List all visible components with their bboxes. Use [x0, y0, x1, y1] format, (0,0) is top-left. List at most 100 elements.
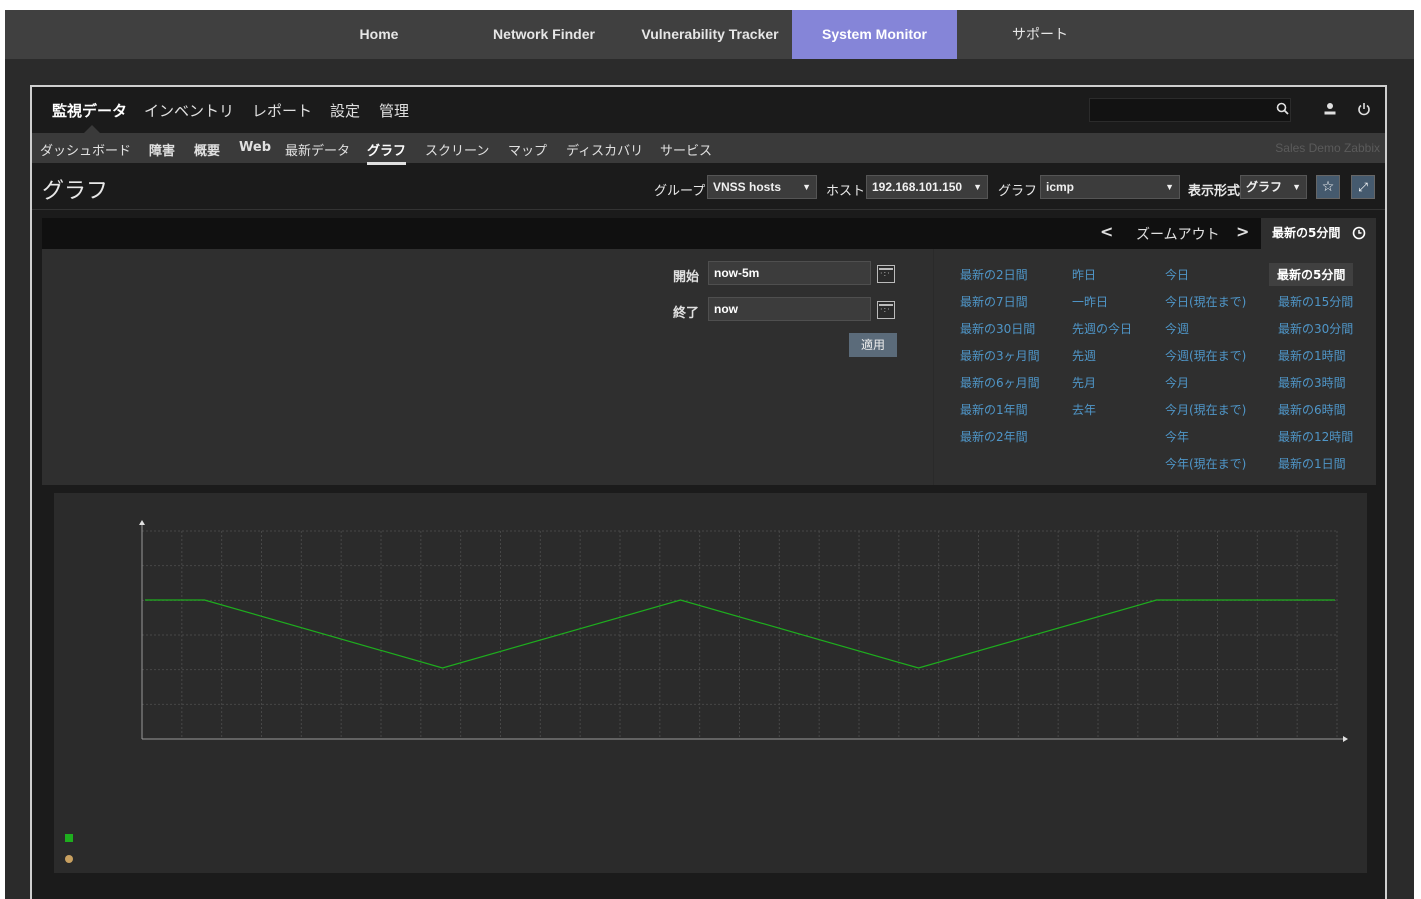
submenu-web[interactable]: Web [239, 140, 271, 155]
group-label: グループ [654, 184, 706, 199]
submenu-screens[interactable]: スクリーン [425, 140, 489, 159]
submenu-problems[interactable]: 障害 [149, 140, 175, 159]
apply-button[interactable]: 適用 [849, 333, 897, 357]
zabbix-app: 監視データ インベントリ レポート 設定 管理 ダッシュボード 障害 概要 We… [30, 85, 1387, 899]
submenu-services[interactable]: サービス [660, 140, 712, 159]
graph-label: グラフ [998, 184, 1038, 199]
server-name: Sales Demo Zabbix [1275, 141, 1380, 155]
quick-range-link[interactable]: 最新の2年間 [960, 428, 1028, 445]
page-header: グラフ グループ VNSS hosts ▼ ホスト 192.168.101.150… [32, 163, 1385, 210]
tab-system-monitor[interactable]: System Monitor [792, 10, 957, 59]
user-icon[interactable] [1322, 101, 1338, 117]
menu-inventory[interactable]: インベントリ [144, 100, 234, 121]
menu-selection-pointer [84, 125, 100, 133]
quick-range-link[interactable]: 最新の1時間 [1278, 347, 1346, 364]
sub-menu: ダッシュボード 障害 概要 Web 最新データ グラフ スクリーン マップ ディ… [32, 133, 1385, 165]
legend-tan-dot [65, 855, 73, 863]
quick-range-link[interactable]: 去年 [1072, 401, 1096, 418]
quick-range-link[interactable]: 先月 [1072, 374, 1096, 391]
calendar-icon[interactable] [877, 301, 895, 319]
tab-home[interactable]: Home [335, 10, 423, 59]
menu-monitoring[interactable]: 監視データ [52, 100, 127, 121]
from-label: 開始 [673, 270, 700, 285]
to-input[interactable]: now [708, 297, 871, 321]
quick-range-link[interactable]: 最新の30分間 [1278, 320, 1353, 337]
star-icon: ☆ [1321, 179, 1335, 195]
menu-reports[interactable]: レポート [252, 100, 312, 121]
submenu-overview[interactable]: 概要 [194, 140, 220, 159]
quick-range-link[interactable]: 今年 [1165, 428, 1189, 445]
icmp-graph[interactable] [54, 493, 1367, 873]
top-navigation: Home Network Finder Vulnerability Tracke… [5, 10, 1414, 59]
host-label: ホスト [826, 184, 866, 199]
time-filter-panel: 開始 now-5m 終了 now 適用 最新の2日間 最新の7日間 最新の30日… [42, 249, 1376, 485]
series-line [145, 599, 1335, 669]
page-title: グラフ [42, 179, 109, 204]
submenu-graphs[interactable]: グラフ [367, 140, 407, 165]
quick-range-selected[interactable]: 最新の5分間 [1269, 263, 1354, 286]
quick-range-link[interactable]: 最新の12時間 [1278, 428, 1353, 445]
quick-range-link[interactable]: 今日 [1165, 266, 1189, 283]
main-menu: 監視データ インベントリ レポート 設定 管理 [32, 87, 1385, 133]
graph-select[interactable]: icmp ▼ [1040, 175, 1180, 199]
quick-range-link[interactable]: 最新の1日間 [1278, 455, 1346, 472]
legend-green-square [65, 834, 73, 842]
quick-ranges: 最新の2日間 最新の7日間 最新の30日間 最新の3ヶ月間 最新の6ヶ月間 最新… [933, 249, 1377, 485]
menu-configuration[interactable]: 設定 [330, 100, 360, 121]
tab-vulnerability-tracker[interactable]: Vulnerability Tracker [635, 10, 785, 59]
submenu-dashboard[interactable]: ダッシュボード [40, 140, 131, 159]
time-tab-bar: < ズームアウト > 最新の5分間 [42, 218, 1376, 249]
quick-range-link[interactable]: 最新の7日間 [960, 293, 1028, 310]
view-select[interactable]: グラフ ▼ [1240, 175, 1307, 199]
menu-administration[interactable]: 管理 [379, 100, 409, 121]
quick-range-link[interactable]: 最新の6ヶ月間 [960, 374, 1040, 391]
x-axis-arrow [1343, 736, 1348, 742]
view-label: 表示形式 [1188, 184, 1241, 199]
zoom-out-button[interactable]: ズームアウト [1136, 224, 1220, 244]
quick-range-link[interactable]: 今週 [1165, 320, 1189, 337]
quick-range-link[interactable]: 今日(現在まで) [1165, 293, 1246, 310]
quick-range-link[interactable]: 昨日 [1072, 266, 1096, 283]
chevron-down-icon: ▼ [1292, 182, 1301, 192]
chevron-down-icon: ▼ [802, 182, 811, 192]
graph-axes [139, 520, 1348, 742]
host-select[interactable]: 192.168.101.150 ▼ [866, 175, 988, 199]
tab-support[interactable]: サポート [995, 10, 1085, 59]
quick-range-link[interactable]: 今週(現在まで) [1165, 347, 1246, 364]
calendar-icon[interactable] [877, 265, 895, 283]
tab-network-finder[interactable]: Network Finder [479, 10, 609, 59]
quick-range-link[interactable]: 最新の1年間 [960, 401, 1028, 418]
quick-range-link[interactable]: 最新の3ヶ月間 [960, 347, 1040, 364]
quick-range-link[interactable]: 一昨日 [1072, 293, 1108, 310]
quick-range-link[interactable]: 今年(現在まで) [1165, 455, 1246, 472]
from-input[interactable]: now-5m [708, 261, 871, 285]
to-label: 終了 [673, 306, 700, 321]
search-icon[interactable] [1275, 101, 1291, 117]
quick-range-link[interactable]: 最新の30日間 [960, 320, 1035, 337]
submenu-maps[interactable]: マップ [508, 140, 547, 159]
submenu-discovery[interactable]: ディスカバリ [566, 140, 643, 159]
quick-range-link[interactable]: 今月(現在まで) [1165, 401, 1246, 418]
graph-panel [54, 493, 1367, 873]
quick-range-link[interactable]: 最新の6時間 [1278, 401, 1346, 418]
group-select[interactable]: VNSS hosts ▼ [707, 175, 817, 199]
search-input[interactable] [1089, 98, 1291, 122]
quick-range-link[interactable]: 最新の2日間 [960, 266, 1028, 283]
power-icon[interactable] [1356, 101, 1372, 117]
favourite-button[interactable]: ☆ [1316, 175, 1340, 199]
previous-period-arrow[interactable]: < [1100, 222, 1113, 241]
clock-icon [1352, 226, 1366, 240]
chevron-down-icon: ▼ [973, 182, 982, 192]
quick-range-link[interactable]: 最新の15分間 [1278, 293, 1353, 310]
quick-range-link[interactable]: 先週 [1072, 347, 1096, 364]
quick-range-link[interactable]: 今月 [1165, 374, 1189, 391]
next-period-arrow[interactable]: > [1236, 222, 1249, 241]
quick-range-link[interactable]: 最新の3時間 [1278, 374, 1346, 391]
fullscreen-icon: ⤢ [1358, 180, 1368, 194]
time-filter-tab[interactable]: 最新の5分間 [1261, 218, 1376, 249]
quick-range-link[interactable]: 先週の今日 [1072, 320, 1132, 337]
graph-grid [141, 530, 1338, 740]
fullscreen-button[interactable]: ⤢ [1351, 175, 1375, 199]
submenu-latest-data[interactable]: 最新データ [285, 140, 350, 159]
browser-frame: Home Network Finder Vulnerability Tracke… [5, 10, 1414, 899]
